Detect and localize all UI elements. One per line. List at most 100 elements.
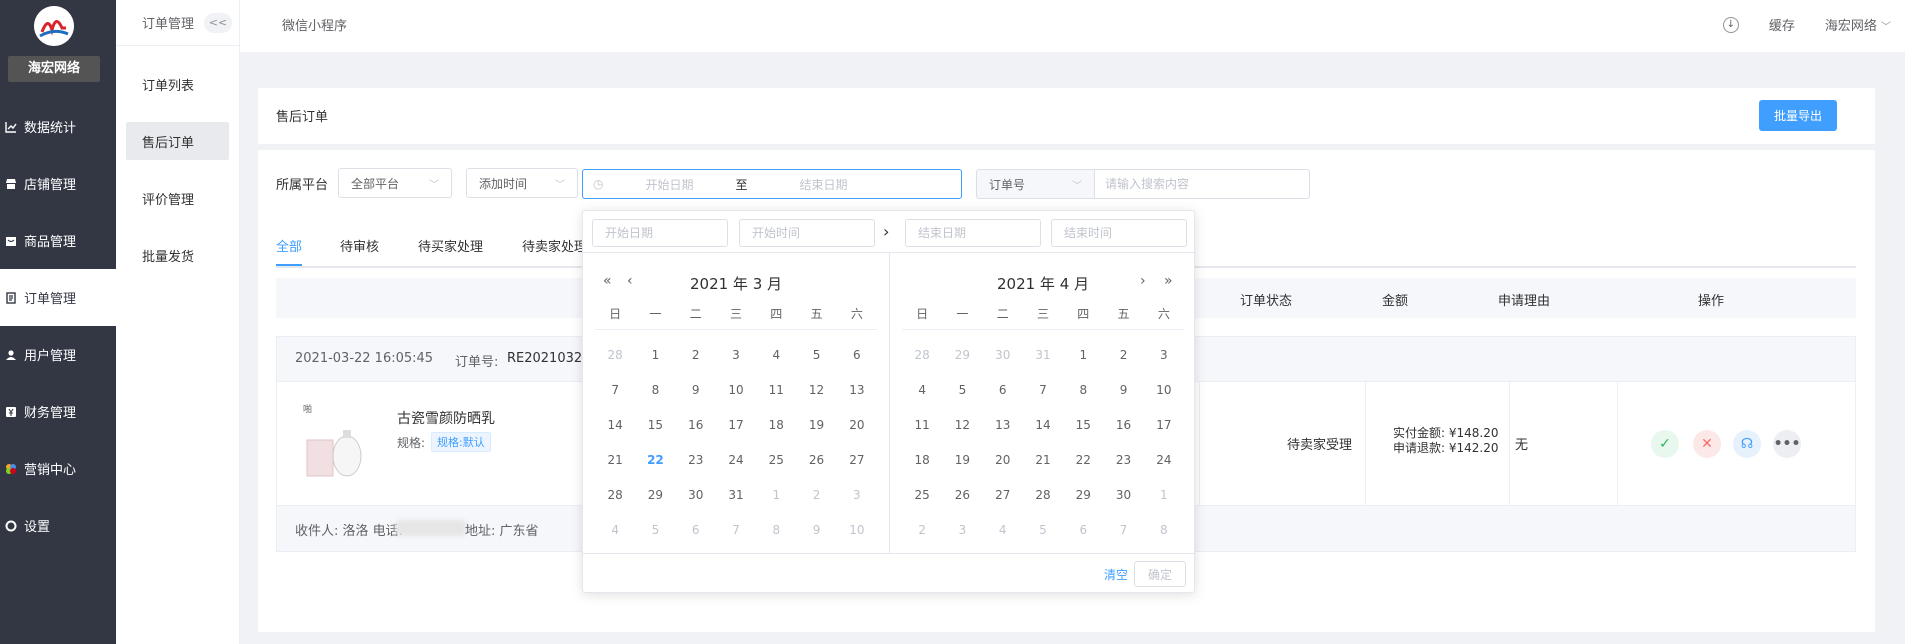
calendar-day[interactable]: 3	[1144, 337, 1184, 372]
nav-item-finance[interactable]: 财务管理	[0, 383, 116, 440]
more-button[interactable]: •••	[1773, 430, 1801, 458]
calendar-day[interactable]: 30	[1103, 477, 1143, 512]
calendar-day[interactable]: 23	[676, 442, 716, 477]
calendar-day[interactable]: 9	[1103, 372, 1143, 407]
calendar-day[interactable]: 6	[983, 372, 1023, 407]
calendar-day[interactable]: 13	[983, 407, 1023, 442]
calendar-day[interactable]: 11	[756, 372, 796, 407]
calendar-day[interactable]: 28	[902, 337, 942, 372]
time-type-select[interactable]: 添加时间 ﹀	[466, 168, 579, 198]
calendar-day[interactable]: 25	[902, 477, 942, 512]
calendar-day[interactable]: 10	[1144, 372, 1184, 407]
calendar-day[interactable]: 21	[1023, 442, 1063, 477]
calendar-day[interactable]: 11	[902, 407, 942, 442]
calendar-day[interactable]: 19	[796, 407, 836, 442]
sub-item-batch-ship[interactable]: 批量发货	[126, 236, 229, 274]
tab-all[interactable]: 全部	[276, 236, 303, 266]
calendar-day[interactable]: 31	[1023, 337, 1063, 372]
calendar-day[interactable]: 2	[796, 477, 836, 512]
calendar-day[interactable]: 21	[595, 442, 635, 477]
calendar-day[interactable]: 2	[902, 512, 942, 547]
nav-item-settings[interactable]: 设置	[0, 497, 116, 554]
service-button[interactable]: ☊	[1733, 430, 1761, 458]
calendar-day[interactable]: 3	[837, 477, 877, 512]
calendar-day[interactable]: 5	[635, 512, 675, 547]
tab-buyer-pending[interactable]: 待买家处理	[418, 236, 483, 255]
calendar-day[interactable]: 27	[837, 442, 877, 477]
search-field-select[interactable]: 订单号 ﹀	[976, 169, 1094, 199]
nav-item-marketing[interactable]: 营销中心	[0, 440, 116, 497]
calendar-day[interactable]: 17	[1144, 407, 1184, 442]
calendar-day[interactable]: 8	[635, 372, 675, 407]
calendar-day[interactable]: 8	[756, 512, 796, 547]
calendar-day[interactable]: 7	[595, 372, 635, 407]
calendar-day[interactable]: 26	[796, 442, 836, 477]
sub-item-reviews[interactable]: 评价管理	[126, 179, 229, 217]
platform-select[interactable]: 全部平台 ﹀	[338, 168, 453, 198]
calendar-day[interactable]: 30	[676, 477, 716, 512]
calendar-day[interactable]: 4	[902, 372, 942, 407]
calendar-day[interactable]: 14	[1023, 407, 1063, 442]
calendar-day[interactable]: 16	[676, 407, 716, 442]
approve-button[interactable]: ✓	[1651, 430, 1679, 458]
calendar-day[interactable]: 28	[595, 337, 635, 372]
calendar-day[interactable]: 3	[716, 337, 756, 372]
calendar-day[interactable]: 28	[1023, 477, 1063, 512]
calendar-day[interactable]: 9	[796, 512, 836, 547]
nav-item-goods[interactable]: 商品管理	[0, 212, 116, 269]
calendar-day[interactable]: 29	[942, 337, 982, 372]
calendar-day[interactable]: 13	[837, 372, 877, 407]
calendar-day[interactable]: 1	[1063, 337, 1103, 372]
calendar-day[interactable]: 29	[635, 477, 675, 512]
calendar-day[interactable]: 15	[635, 407, 675, 442]
download-icon[interactable]: ↓	[1722, 16, 1739, 33]
calendar-day[interactable]: 3	[942, 512, 982, 547]
nav-item-stats[interactable]: 数据统计	[0, 98, 116, 155]
calendar-day[interactable]: 30	[983, 337, 1023, 372]
calendar-day[interactable]: 17	[716, 407, 756, 442]
calendar-day[interactable]: 8	[1144, 512, 1184, 547]
calendar-day[interactable]: 15	[1063, 407, 1103, 442]
calendar-day[interactable]: 18	[902, 442, 942, 477]
tab-pending-review[interactable]: 待审核	[340, 236, 379, 255]
reject-button[interactable]: ✕	[1693, 430, 1721, 458]
calendar-day[interactable]: 16	[1103, 407, 1143, 442]
calendar-day[interactable]: 27	[983, 477, 1023, 512]
calendar-day[interactable]: 14	[595, 407, 635, 442]
nav-item-store[interactable]: 店铺管理	[0, 155, 116, 212]
calendar-day[interactable]: 22	[1063, 442, 1103, 477]
clear-button[interactable]: 清空	[1104, 566, 1128, 583]
calendar-day[interactable]: 12	[796, 372, 836, 407]
calendar-day[interactable]: 4	[595, 512, 635, 547]
calendar-day[interactable]: 5	[796, 337, 836, 372]
tab-seller-pending[interactable]: 待卖家处理	[522, 236, 587, 255]
miniprogram-tab[interactable]: 微信小程序	[282, 15, 347, 34]
batch-export-button[interactable]: 批量导出	[1759, 100, 1837, 131]
calendar-day[interactable]: 7	[716, 512, 756, 547]
calendar-day[interactable]: 1	[635, 337, 675, 372]
calendar-day-today[interactable]: 22	[635, 442, 675, 477]
calendar-day[interactable]: 4	[983, 512, 1023, 547]
calendar-day[interactable]: 5	[942, 372, 982, 407]
picker-start-time-input[interactable]: 开始时间	[739, 219, 875, 247]
calendar-day[interactable]: 29	[1063, 477, 1103, 512]
calendar-day[interactable]: 4	[756, 337, 796, 372]
calendar-day[interactable]: 10	[716, 372, 756, 407]
date-range-input[interactable]: ◷ 开始日期 至 结束日期	[582, 169, 962, 199]
calendar-day[interactable]: 6	[1063, 512, 1103, 547]
user-menu[interactable]: 海宏网络 ﹀	[1825, 15, 1891, 34]
collapse-button[interactable]: <<	[204, 12, 233, 33]
calendar-day[interactable]: 10	[837, 512, 877, 547]
cache-button[interactable]: 缓存	[1769, 15, 1795, 34]
calendar-day[interactable]: 23	[1103, 442, 1143, 477]
calendar-day[interactable]: 18	[756, 407, 796, 442]
calendar-day[interactable]: 31	[716, 477, 756, 512]
calendar-day[interactable]: 6	[676, 512, 716, 547]
calendar-day[interactable]: 8	[1063, 372, 1103, 407]
calendar-day[interactable]: 9	[676, 372, 716, 407]
calendar-day[interactable]: 20	[983, 442, 1023, 477]
search-input[interactable]	[1094, 169, 1310, 199]
calendar-day[interactable]: 2	[1103, 337, 1143, 372]
nav-item-orders[interactable]: 订单管理	[0, 269, 116, 326]
calendar-day[interactable]: 7	[1103, 512, 1143, 547]
